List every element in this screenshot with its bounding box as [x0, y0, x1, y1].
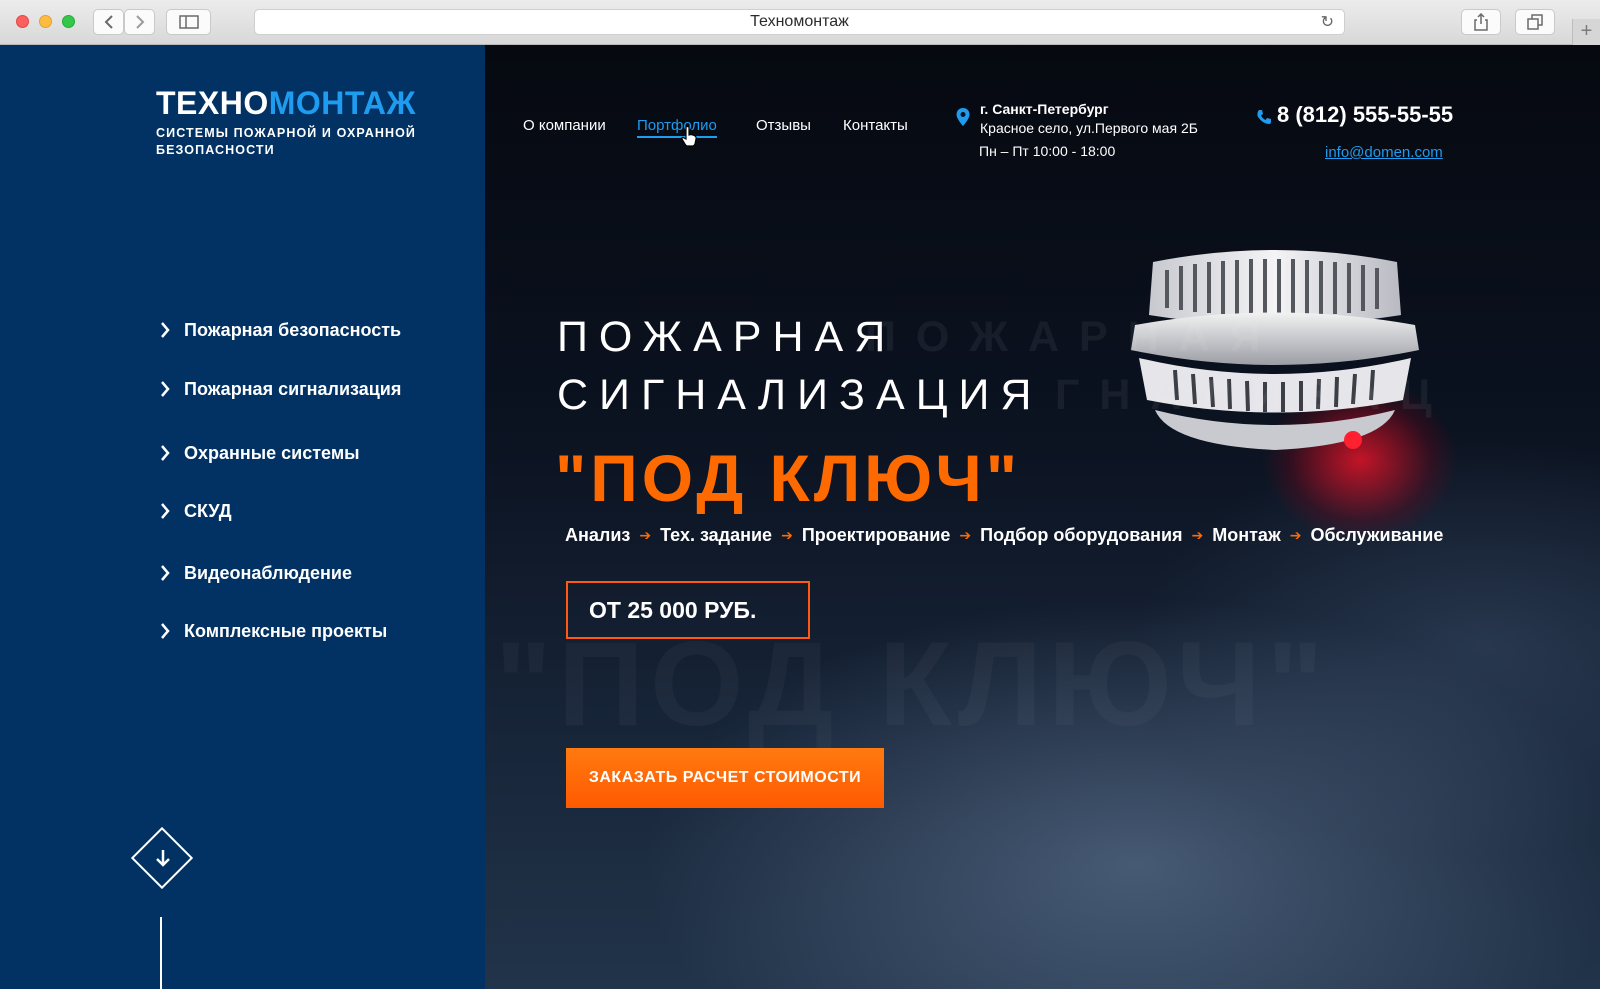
page-title: Техномонтаж	[750, 13, 849, 30]
step-item: Тех. задание	[660, 525, 773, 545]
chevron-right-icon	[161, 445, 170, 461]
logo[interactable]: ТЕХНОМОНТАЖ СИСТЕМЫ ПОЖАРНОЙ И ОХРАННОЙ …	[156, 85, 426, 159]
arrow-right-icon: ➔	[1191, 527, 1204, 543]
step-item: Обслуживание	[1310, 525, 1444, 545]
sidebar-item-label: Пожарная безопасность	[184, 319, 402, 340]
sidebar-item-fire-safety[interactable]: Пожарная безопасность	[154, 318, 401, 342]
minimize-window-button[interactable]	[39, 15, 52, 28]
nav-item-about[interactable]: О компании	[523, 117, 606, 134]
process-steps: Анализ ➔ Тех. задание ➔ Проектирование ➔…	[565, 525, 1443, 546]
sidebar-toggle-button[interactable]	[166, 9, 211, 35]
nav-item-reviews[interactable]: Отзывы	[756, 117, 811, 134]
sidebar-item-complex-projects[interactable]: Комплексные проекты	[154, 619, 387, 643]
sidebar-item-label: СКУД	[184, 500, 232, 521]
contact-email-link[interactable]: info@domen.com	[1325, 144, 1443, 161]
chevron-right-icon	[161, 503, 170, 519]
contact-address: Красное село, ул.Первого мая 2Б	[980, 120, 1198, 136]
tabs-icon	[1527, 14, 1543, 30]
logo-text-part1: ТЕХНО	[156, 85, 269, 121]
contact-city: г. Санкт-Петербург	[980, 101, 1109, 117]
step-item: Проектирование	[801, 525, 951, 545]
chevron-right-icon	[161, 381, 170, 397]
step-item: Монтаж	[1212, 525, 1281, 545]
order-estimate-button[interactable]: ЗАКАЗАТЬ РАСЧЕТ СТОИМОСТИ	[566, 748, 884, 808]
price-badge: ОТ 25 000 РУБ.	[566, 581, 810, 639]
sidebar-icon	[178, 15, 199, 29]
sidebar-item-security-systems[interactable]: Охранные системы	[154, 441, 360, 465]
sidebar-item-fire-alarm[interactable]: Пожарная сигнализация	[154, 377, 401, 401]
contact-hours: Пн – Пт 10:00 - 18:00	[979, 143, 1116, 159]
sidebar-item-access-control[interactable]: СКУД	[154, 499, 232, 523]
chevron-right-icon	[135, 15, 144, 29]
new-tab-button[interactable]: +	[1572, 19, 1600, 45]
arrow-down-icon	[156, 850, 170, 867]
ghost-text-2: Г Н А Л И З А Ц	[1055, 371, 1436, 419]
hero-section: О компании Портфолио Отзывы Контакты г. …	[485, 45, 1600, 989]
tabs-overview-button[interactable]	[1515, 9, 1555, 35]
browser-toolbar: Техномонтаж ↻ +	[0, 0, 1600, 45]
chevron-left-icon	[104, 15, 113, 29]
hero-title-line2: СИГНАЛИЗАЦИЯ	[557, 371, 1043, 419]
sidebar-item-label: Охранные системы	[184, 442, 360, 463]
step-item: Подбор оборудования	[980, 525, 1183, 545]
reload-icon[interactable]: ↻	[1321, 11, 1334, 35]
chevron-right-icon	[161, 565, 170, 581]
arrow-right-icon: ➔	[781, 527, 793, 543]
logo-text-part2: МОНТАЖ	[268, 85, 416, 121]
chevron-right-icon	[161, 322, 170, 338]
nav-item-portfolio[interactable]: Портфолио	[637, 117, 717, 138]
sidebar: ТЕХНОМОНТАЖ СИСТЕМЫ ПОЖАРНОЙ И ОХРАННОЙ …	[0, 45, 485, 989]
arrow-right-icon: ➔	[959, 527, 972, 543]
arrow-right-icon: ➔	[1289, 527, 1302, 543]
nav-item-contacts[interactable]: Контакты	[843, 117, 908, 134]
arrow-right-icon: ➔	[639, 527, 652, 543]
phone-icon	[1257, 110, 1271, 124]
forward-button[interactable]	[124, 9, 155, 35]
scroll-line-decoration	[160, 917, 162, 989]
sidebar-item-label: Пожарная сигнализация	[184, 378, 402, 399]
ghost-text-1: П О Ж А Р Н А Я	[865, 313, 1265, 361]
location-pin-icon	[956, 108, 970, 126]
step-item: Анализ	[565, 525, 631, 545]
logo-tagline: СИСТЕМЫ ПОЖАРНОЙ И ОХРАННОЙ БЕЗОПАСНОСТИ	[156, 126, 417, 157]
back-button[interactable]	[93, 9, 124, 35]
hand-cursor-icon	[681, 125, 697, 147]
sidebar-item-label: Комплексные проекты	[184, 620, 388, 641]
share-button[interactable]	[1461, 9, 1501, 35]
share-icon	[1474, 13, 1488, 31]
sidebar-item-video-surveillance[interactable]: Видеонаблюдение	[154, 561, 352, 585]
contact-phone[interactable]: 8 (812) 555-55-55	[1277, 102, 1453, 128]
sidebar-item-label: Видеонаблюдение	[184, 562, 353, 583]
zoom-window-button[interactable]	[62, 15, 75, 28]
close-window-button[interactable]	[16, 15, 29, 28]
hero-headline: "ПОД КЛЮЧ"	[555, 441, 1022, 515]
hero-title-line1: ПОЖАРНАЯ	[557, 313, 897, 361]
chevron-right-icon	[161, 623, 170, 639]
address-bar[interactable]: Техномонтаж ↻	[254, 9, 1345, 35]
